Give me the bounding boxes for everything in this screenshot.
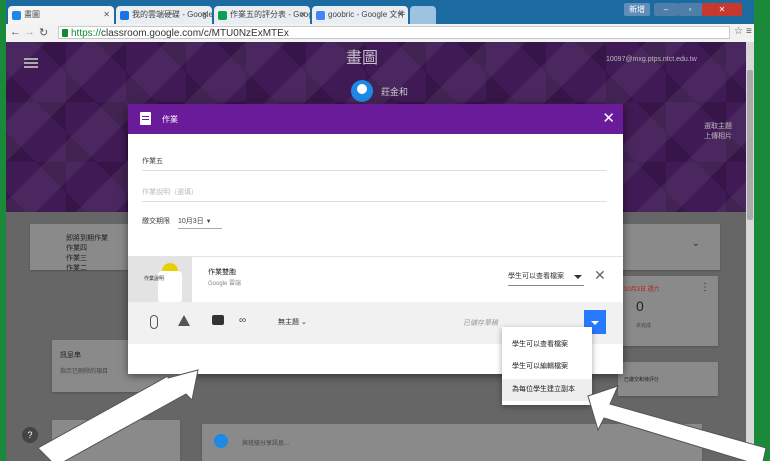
teacher-info: 莊金和 bbox=[351, 80, 408, 102]
back-icon[interactable]: ← bbox=[10, 26, 21, 38]
scroll-thumb[interactable] bbox=[747, 70, 753, 220]
pending-label: 未完成 bbox=[636, 323, 652, 329]
upcoming-item[interactable]: 作業三 bbox=[66, 254, 108, 264]
docs-favicon-icon bbox=[316, 11, 325, 20]
select-theme-button[interactable]: 選取主題 bbox=[704, 122, 732, 132]
tab-doc[interactable]: goobric - Google 文件 ✕ bbox=[312, 6, 408, 24]
close-tab-icon[interactable]: ✕ bbox=[201, 6, 208, 24]
post-box[interactable]: 與班級分享訊息... bbox=[202, 424, 702, 461]
submitted-link[interactable]: 已繳交和待評分 bbox=[624, 376, 659, 383]
due-value: 10月3日 bbox=[177, 218, 204, 225]
submitted-card: 已繳交和待評分 bbox=[618, 362, 718, 396]
url-scheme: https:// bbox=[71, 28, 102, 39]
forward-icon[interactable]: → bbox=[24, 26, 35, 38]
minimize-button[interactable]: – bbox=[654, 3, 678, 16]
tab-label: 畫圖 bbox=[24, 10, 40, 19]
upcoming-heading: 即將到期作業 bbox=[66, 235, 108, 242]
tab-class[interactable]: 畫圖 ✕ bbox=[8, 6, 114, 24]
dropdown-caret-icon bbox=[574, 275, 582, 279]
stream-text: 指示已刪除的項目 bbox=[60, 369, 109, 375]
close-tab-icon[interactable]: ✕ bbox=[103, 6, 110, 24]
class-name: 畫圖 bbox=[346, 50, 379, 67]
date-label: 10月3日 週六 bbox=[624, 287, 660, 293]
side-card bbox=[52, 420, 180, 461]
stream-title: 訊息串 bbox=[60, 352, 81, 359]
maximize-button[interactable]: ▫ bbox=[678, 3, 702, 16]
help-button[interactable]: ? bbox=[22, 427, 38, 443]
more-vert-icon[interactable]: ⋮ bbox=[700, 282, 710, 293]
tab-strip: 畫圖 ✕ 我的雲端硬碟 - Google 雲 ✕ 作業五的評分表 - Googl… bbox=[6, 0, 754, 24]
chevron-down-icon[interactable]: ⌄ bbox=[692, 238, 700, 249]
star-icon[interactable]: ☆ bbox=[734, 26, 743, 37]
tab-drive[interactable]: 我的雲端硬碟 - Google 雲 ✕ bbox=[116, 6, 212, 24]
description-input[interactable]: 作業說明（選填） bbox=[142, 187, 607, 202]
hardhat-graphic bbox=[162, 263, 178, 271]
browser-window: 畫圖 ✕ 我的雲端硬碟 - Google 雲 ✕ 作業五的評分表 - Googl… bbox=[6, 0, 754, 461]
classroom-favicon-icon bbox=[12, 11, 21, 20]
link-icon[interactable]: ∞ bbox=[239, 315, 246, 326]
attachment-thumbnail[interactable]: 作業說明 bbox=[128, 257, 192, 303]
permission-value: 學生可以查看檔案 bbox=[508, 273, 564, 280]
new-tab-button[interactable] bbox=[410, 6, 436, 24]
due-row: 繳交期限 10月3日 ▼ bbox=[142, 216, 222, 229]
chevron-down-icon: ⌄ bbox=[300, 319, 307, 326]
upcoming-item[interactable]: 作業四 bbox=[66, 244, 108, 254]
tab-label: 我的雲端硬碟 - Google 雲 bbox=[132, 10, 212, 19]
user-avatar bbox=[214, 434, 228, 448]
upcoming-list: 即將到期作業 作業四 作業三 作業二 bbox=[66, 234, 108, 274]
close-tab-icon[interactable]: ✕ bbox=[299, 6, 306, 24]
pending-count: 0 bbox=[636, 298, 644, 314]
close-dialog-icon[interactable]: ✕ bbox=[602, 109, 615, 127]
date-card: 10月3日 週六 0 未完成 ⋮ bbox=[618, 276, 718, 346]
thumbnail-label: 作業說明 bbox=[144, 276, 165, 282]
remove-attachment-icon[interactable]: ✕ bbox=[594, 267, 606, 284]
close-window-button[interactable]: ✕ bbox=[702, 3, 742, 16]
sheets-favicon-icon bbox=[218, 11, 227, 20]
address-bar-row: ← → ↻ https://classroom.google.com/c/MTU… bbox=[6, 24, 754, 43]
paperclip-icon[interactable] bbox=[150, 315, 158, 329]
youtube-icon[interactable] bbox=[212, 315, 224, 325]
hamburger-menu-icon[interactable] bbox=[24, 58, 38, 68]
attachment-row: 作業說明 作業雙胞 Google 雲端 學生可以查看檔案 ✕ bbox=[128, 256, 623, 303]
assignment-title-input[interactable]: 作業五 bbox=[142, 156, 607, 171]
permission-dropdown[interactable]: 學生可以查看檔案 bbox=[508, 269, 584, 286]
page-scrollbar[interactable] bbox=[746, 42, 754, 461]
upcoming-item[interactable]: 作業二 bbox=[66, 264, 108, 274]
tab-label: 作業五的評分表 - Google bbox=[230, 10, 310, 19]
upload-photo-button[interactable]: 上傳相片 bbox=[704, 132, 732, 142]
assignment-icon bbox=[140, 112, 151, 125]
menu-item-edit[interactable]: 學生可以編輯檔案 bbox=[512, 361, 568, 371]
permission-menu: 學生可以查看檔案 學生可以編輯檔案 為每位學生建立副本 bbox=[502, 327, 592, 405]
drive-favicon-icon bbox=[120, 11, 129, 20]
drive-icon[interactable] bbox=[178, 315, 190, 326]
save-status: 已儲存草稿 bbox=[463, 320, 498, 327]
attachment-title[interactable]: 作業雙胞 bbox=[208, 267, 236, 277]
tab-sheet[interactable]: 作業五的評分表 - Google ✕ bbox=[214, 6, 310, 24]
teacher-avatar bbox=[351, 80, 373, 102]
lock-icon bbox=[62, 29, 68, 37]
close-tab-icon[interactable]: ✕ bbox=[397, 6, 404, 24]
menu-item-view[interactable]: 學生可以查看檔案 bbox=[512, 339, 568, 349]
reload-icon[interactable]: ↻ bbox=[39, 26, 48, 39]
due-date-select[interactable]: 10月3日 ▼ bbox=[177, 216, 222, 229]
topic-select[interactable]: 無主題 ⌄ bbox=[278, 317, 307, 327]
theme-controls: 選取主題 上傳相片 bbox=[704, 122, 732, 142]
account-email[interactable]: 10097@mxg.ptps.ntct.edu.tw bbox=[606, 56, 697, 63]
url-input[interactable]: https://classroom.google.com/c/MTU0NzExM… bbox=[58, 26, 730, 39]
dropdown-caret-icon: ▼ bbox=[205, 219, 212, 225]
due-label: 繳交期限 bbox=[142, 218, 170, 225]
url-text: classroom.google.com/c/MTU0NzExMTEx bbox=[101, 28, 289, 39]
dialog-header: 作業 ✕ bbox=[128, 104, 623, 134]
teacher-name: 莊金和 bbox=[381, 86, 409, 97]
user-button[interactable]: 新增 bbox=[624, 3, 650, 16]
topic-value: 無主題 bbox=[278, 319, 299, 326]
tab-label: goobric - Google 文件 bbox=[328, 10, 406, 19]
menu-icon[interactable]: ≡ bbox=[746, 26, 752, 37]
post-placeholder: 與班級分享訊息... bbox=[242, 441, 290, 447]
menu-item-copy[interactable]: 為每位學生建立副本 bbox=[502, 379, 592, 401]
dialog-title: 作業 bbox=[162, 115, 178, 124]
attachment-source: Google 雲端 bbox=[208, 281, 242, 287]
